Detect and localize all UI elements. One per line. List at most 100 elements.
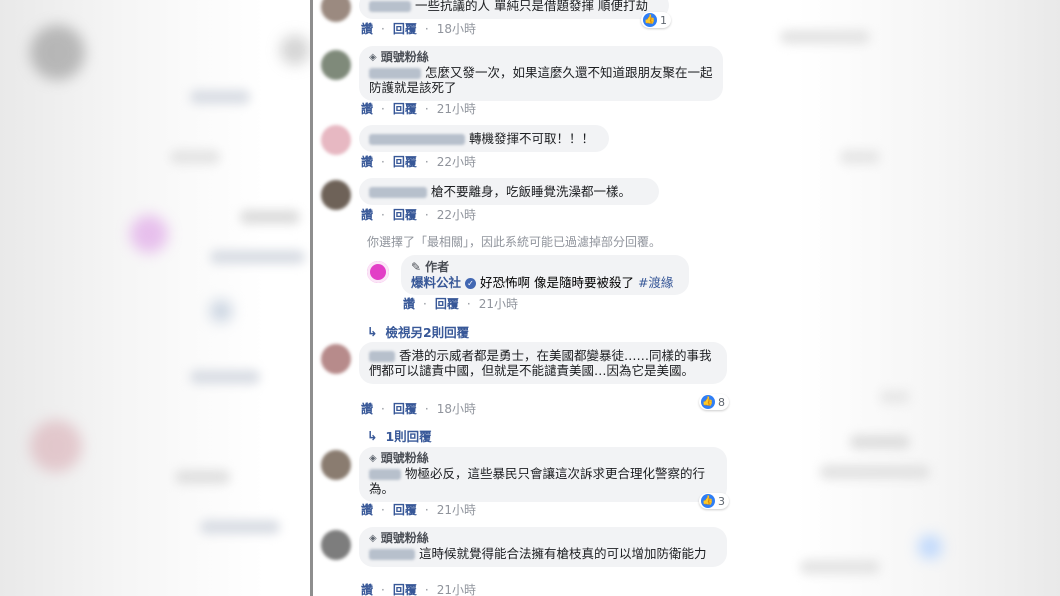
timestamp[interactable]: 21小時 xyxy=(479,295,518,312)
commenter-name[interactable] xyxy=(369,187,427,198)
blurred-icon xyxy=(210,300,232,322)
reply-arrow-icon: ↳ xyxy=(367,428,378,443)
blurred-text xyxy=(880,390,910,404)
blurred-text xyxy=(800,560,880,574)
blurred-avatar xyxy=(30,25,85,80)
like-link[interactable]: 讚 xyxy=(361,501,373,518)
diamond-icon: ◈ xyxy=(369,52,377,63)
like-link[interactable]: 讚 xyxy=(361,20,373,37)
reply-link[interactable]: 回覆 xyxy=(393,20,417,37)
avatar xyxy=(321,180,351,210)
like-link[interactable]: 讚 xyxy=(403,295,415,312)
blurred-text xyxy=(190,90,250,104)
comment-actions: 讚 · 回覆 · 22小時 xyxy=(361,153,476,170)
comment-actions: 讚 · 回覆 · 18小時 xyxy=(361,400,476,417)
top-fan-badge: ◈ 頭號粉絲 xyxy=(369,50,429,64)
comment-bubble: 一些抗議的人 單純只是借題發揮 順便打劫 xyxy=(359,0,669,19)
reaction-count[interactable]: 👍 1 xyxy=(641,12,671,28)
blurred-text xyxy=(170,150,220,164)
comment-text: 物極必反，這些暴民只會讓這次訴求更合理化警察的行為。 xyxy=(369,466,706,496)
comment: ◈ 頭號粉絲 物極必反，這些暴民只會讓這次訴求更合理化警察的行為。 👍 3 讚 · 回… xyxy=(321,447,741,519)
pencil-icon: ✎ xyxy=(411,260,422,274)
comment-actions: 讚 · 回覆 · 21小時 xyxy=(361,581,476,596)
timestamp[interactable]: 18小時 xyxy=(437,20,476,37)
commenter-name[interactable] xyxy=(369,1,411,12)
comment-text: 一些抗議的人 單純只是借題發揮 順便打劫 xyxy=(415,0,648,13)
thumbs-up-icon: 👍 xyxy=(701,494,715,508)
commenter-name[interactable] xyxy=(369,351,395,362)
comment-actions: 讚 · 回覆 · 21小時 xyxy=(361,501,476,518)
diamond-icon: ◈ xyxy=(369,533,377,544)
blurred-text xyxy=(840,150,880,164)
comment-text: 好恐怖啊 像是隨時要被殺了 xyxy=(479,275,634,290)
avatar xyxy=(321,125,351,155)
comment-bubble: 轉機發揮不可取！！！ xyxy=(359,125,609,152)
reply-link[interactable]: 回覆 xyxy=(393,501,417,518)
comment: 一些抗議的人 單純只是借題發揮 順便打劫 👍 1 讚 · 回覆 · 18小時 xyxy=(321,0,741,42)
avatar xyxy=(321,0,351,22)
top-fan-badge: ◈ 頭號粉絲 xyxy=(369,531,429,545)
comment: 槍不要離身，吃飯睡覺洗澡都一樣。 讚 · 回覆 · 22小時 xyxy=(321,178,741,226)
comment-bubble: ◈ 頭號粉絲 怎麼又發一次，如果這麼久還不知道跟朋友聚在一起防護就是該死了 xyxy=(359,46,723,101)
timestamp[interactable]: 21小時 xyxy=(437,581,476,596)
blurred-text xyxy=(200,520,280,534)
reply-link[interactable]: 回覆 xyxy=(435,295,459,312)
comment-text: 轉機發揮不可取！！！ xyxy=(469,131,595,146)
commenter-name[interactable] xyxy=(369,134,465,145)
blurred-text xyxy=(850,435,910,449)
comment-text: 這時候就覺得能合法擁有槍枝真的可以增加防衛能力 xyxy=(419,546,707,561)
blurred-text xyxy=(820,465,930,479)
timestamp[interactable]: 22小時 xyxy=(437,206,476,223)
comment-bubble: 槍不要離身，吃飯睡覺洗澡都一樣。 xyxy=(359,178,659,205)
comment-actions: 讚 · 回覆 · 18小時 xyxy=(361,20,476,37)
blurred-text xyxy=(190,370,260,384)
blurred-text xyxy=(780,30,870,44)
blurred-avatar xyxy=(30,420,82,472)
avatar xyxy=(321,344,351,374)
top-fan-badge: ◈ 頭號粉絲 xyxy=(369,451,429,465)
comment-text: 香港的示威者都是勇士，在美國都變暴徒……同樣的事我們都可以譴責中國，但就是不能譴… xyxy=(369,348,712,378)
timestamp[interactable]: 18小時 xyxy=(437,400,476,417)
avatar xyxy=(321,530,351,560)
diamond-icon: ◈ xyxy=(369,453,377,464)
reaction-count[interactable]: 👍 8 xyxy=(699,394,729,410)
blurred-avatar xyxy=(130,215,168,253)
reply-link[interactable]: 回覆 xyxy=(393,100,417,117)
like-link[interactable]: 讚 xyxy=(361,400,373,417)
blurred-icon xyxy=(918,535,942,559)
reply-link[interactable]: 回覆 xyxy=(393,153,417,170)
comment-actions: 讚 · 回覆 · 21小時 xyxy=(403,295,518,312)
view-more-replies[interactable]: ↳ 檢視另2則回覆 xyxy=(367,322,469,341)
hashtag-link[interactable]: #渡緣 xyxy=(638,275,673,290)
comment-bubble: ✎ 作者 爆料公社 ✓ 好恐怖啊 像是隨時要被殺了 #渡緣 xyxy=(401,255,689,295)
comment-actions: 讚 · 回覆 · 21小時 xyxy=(361,100,476,117)
author-badge: ✎ 作者 xyxy=(411,260,450,274)
comment-text: 槍不要離身，吃飯睡覺洗澡都一樣。 xyxy=(431,184,632,199)
reply-link[interactable]: 回覆 xyxy=(393,581,417,596)
thumbs-up-icon: 👍 xyxy=(643,13,657,27)
timestamp[interactable]: 21小時 xyxy=(437,501,476,518)
comment: 轉機發揮不可取！！！ 讚 · 回覆 · 22小時 xyxy=(321,125,741,173)
page-name[interactable]: 爆料公社 xyxy=(411,275,461,290)
blurred-avatar xyxy=(280,35,310,65)
thumbs-up-icon: 👍 xyxy=(701,395,715,409)
like-link[interactable]: 讚 xyxy=(361,581,373,596)
view-replies-link[interactable]: ↳ 1則回覆 xyxy=(367,426,432,445)
reply-link[interactable]: 回覆 xyxy=(393,400,417,417)
like-link[interactable]: 讚 xyxy=(361,153,373,170)
avatar xyxy=(321,50,351,80)
comment-thread: 一些抗議的人 單純只是借題發揮 順便打劫 👍 1 讚 · 回覆 · 18小時 ◈ 頭號粉… xyxy=(310,0,756,596)
reaction-count[interactable]: 👍 3 xyxy=(699,493,729,509)
commenter-name[interactable] xyxy=(369,68,421,79)
like-link[interactable]: 讚 xyxy=(361,206,373,223)
reply-link[interactable]: 回覆 xyxy=(393,206,417,223)
filter-notice: 你選擇了「最相關」，因此系統可能已過濾掉部分回覆。 xyxy=(367,235,662,249)
timestamp[interactable]: 21小時 xyxy=(437,100,476,117)
commenter-name[interactable] xyxy=(369,469,401,480)
comment: ◈ 頭號粉絲 怎麼又發一次，如果這麼久還不知道跟朋友聚在一起防護就是該死了 讚 · … xyxy=(321,46,741,118)
verified-icon: ✓ xyxy=(465,278,476,289)
timestamp[interactable]: 22小時 xyxy=(437,153,476,170)
commenter-name[interactable] xyxy=(369,549,415,560)
like-link[interactable]: 讚 xyxy=(361,100,373,117)
avatar xyxy=(321,450,351,480)
